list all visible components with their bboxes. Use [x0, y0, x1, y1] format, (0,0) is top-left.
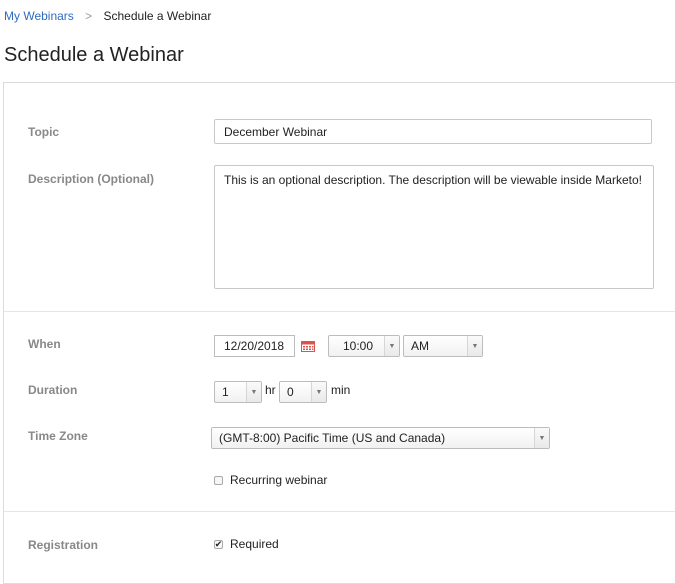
chevron-down-icon: ▼ [384, 336, 399, 356]
calendar-icon[interactable] [301, 340, 315, 352]
duration-label: Duration [28, 383, 78, 397]
timezone-select[interactable]: (GMT-8:00) Pacific Time (US and Canada) … [211, 427, 550, 449]
duration-minutes-value: 0 [287, 385, 294, 399]
chevron-down-icon: ▼ [534, 428, 549, 448]
breadcrumb-my-webinars-link[interactable]: My Webinars [4, 9, 74, 23]
description-textarea[interactable]: This is an optional description. The des… [214, 165, 654, 289]
registration-required-checkbox[interactable]: ✔ [214, 540, 223, 549]
hours-unit-label: hr [265, 383, 276, 397]
section-divider [4, 311, 675, 312]
when-label: When [28, 337, 61, 351]
ampm-select-value: AM [411, 339, 429, 353]
breadcrumb: My Webinars > Schedule a Webinar [4, 9, 211, 23]
recurring-checkbox[interactable] [214, 476, 223, 485]
timezone-select-value: (GMT-8:00) Pacific Time (US and Canada) [219, 431, 446, 445]
recurring-label: Recurring webinar [230, 473, 328, 487]
timezone-label: Time Zone [28, 429, 88, 443]
section-divider [4, 511, 675, 512]
duration-minutes-select[interactable]: 0 ▼ [279, 381, 327, 403]
time-select[interactable]: 10:00 ▼ [328, 335, 400, 357]
time-select-value: 10:00 [343, 339, 374, 353]
duration-hours-value: 1 [222, 385, 229, 399]
page-title: Schedule a Webinar [4, 44, 184, 66]
ampm-select[interactable]: AM ▼ [403, 335, 483, 357]
minutes-unit-label: min [331, 383, 351, 397]
chevron-down-icon: ▼ [246, 382, 261, 402]
registration-label: Registration [28, 538, 99, 552]
breadcrumb-separator: > [85, 9, 93, 23]
checkmark-icon: ✔ [214, 539, 223, 549]
duration-hours-select[interactable]: 1 ▼ [214, 381, 262, 403]
description-label: Description (Optional) [28, 172, 154, 186]
chevron-down-icon: ▼ [467, 336, 482, 356]
schedule-form-panel: Topic December Webinar Description (Opti… [3, 82, 675, 584]
chevron-down-icon: ▼ [311, 382, 326, 402]
breadcrumb-current: Schedule a Webinar [103, 9, 212, 23]
date-input[interactable]: 12/20/2018 [214, 335, 295, 357]
topic-label: Topic [28, 125, 60, 139]
topic-input[interactable]: December Webinar [214, 119, 652, 144]
registration-required-label: Required [230, 537, 279, 551]
